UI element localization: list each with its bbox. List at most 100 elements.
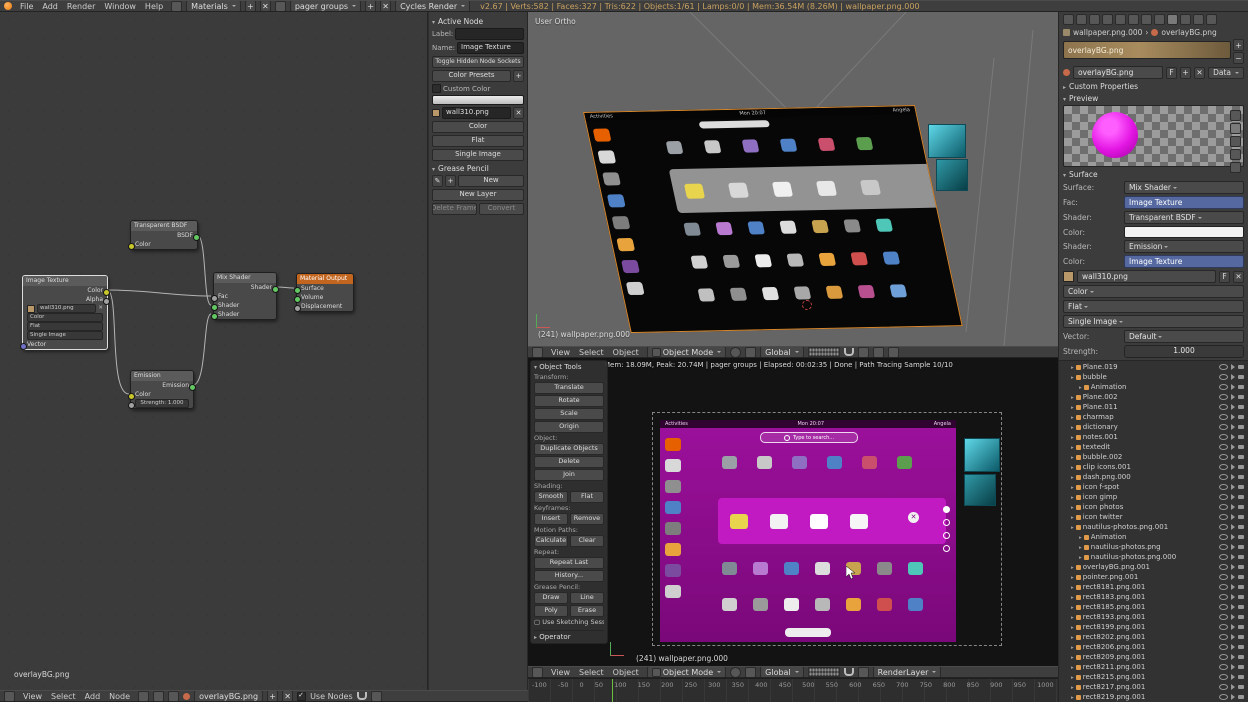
renderability-icon[interactable] [1238, 425, 1244, 429]
screen-layout-selector[interactable]: pager groups [290, 0, 361, 12]
new-layer-button[interactable]: New Layer [432, 189, 524, 201]
object-name[interactable]: rect8217.png.001 [1083, 683, 1217, 691]
selectability-icon[interactable] [1231, 474, 1235, 480]
outliner-item[interactable]: icon f-spot [1061, 482, 1246, 492]
selectability-icon[interactable] [1231, 694, 1235, 700]
tab-render[interactable] [1063, 14, 1074, 25]
object-name[interactable]: rect8209.png.001 [1083, 653, 1217, 661]
tab-material[interactable] [1167, 14, 1178, 25]
visibility-icon[interactable] [1219, 624, 1228, 630]
object-name[interactable]: rect8202.png.001 [1083, 633, 1217, 641]
object-name[interactable]: rect8185.png.001 [1083, 603, 1217, 611]
renderability-icon[interactable] [1238, 365, 1244, 369]
object-name[interactable]: icon twitter [1083, 513, 1217, 521]
tool-button[interactable]: Smooth [534, 491, 568, 503]
expand-icon[interactable] [1071, 673, 1074, 681]
renderability-icon[interactable] [1238, 595, 1244, 599]
object-name[interactable]: rect8183.png.001 [1083, 593, 1217, 601]
selectability-icon[interactable] [1231, 584, 1235, 590]
input-socket-displacement[interactable] [294, 305, 301, 312]
tool-button[interactable]: Poly [534, 605, 568, 617]
renderability-icon[interactable] [1238, 485, 1244, 489]
visibility-icon[interactable] [1219, 694, 1228, 700]
preview-sphere-button[interactable] [1230, 123, 1241, 134]
background-image-button[interactable] [371, 691, 382, 702]
renderability-icon[interactable] [1238, 635, 1244, 639]
expand-icon[interactable] [1071, 693, 1074, 701]
render-engine-selector[interactable]: Cycles Render [395, 0, 470, 12]
visibility-icon[interactable] [1219, 494, 1228, 500]
outliner-item[interactable]: charmap [1061, 412, 1246, 422]
outliner-item[interactable]: rect8183.png.001 [1061, 592, 1246, 602]
tool-button[interactable]: Remove [570, 513, 604, 525]
operator-panel-title[interactable]: Operator [539, 633, 570, 641]
use-nodes-checkbox[interactable] [297, 692, 306, 701]
object-name[interactable]: Animation [1091, 383, 1217, 391]
strength-slider[interactable]: 1.000 [1124, 345, 1244, 358]
renderability-icon[interactable] [1238, 385, 1244, 389]
menu-item[interactable]: Add [81, 692, 105, 701]
input-socket-color[interactable] [128, 243, 135, 250]
unlink-datablock-button[interactable]: ✕ [282, 690, 293, 702]
image-datablock[interactable]: wall310.png [37, 304, 96, 313]
outliner-item[interactable]: rect8202.png.001 [1061, 632, 1246, 642]
object-name[interactable]: notes.001 [1083, 433, 1217, 441]
expand-icon[interactable] [1071, 683, 1074, 691]
outliner-item[interactable]: rect8215.png.001 [1061, 672, 1246, 682]
menu-item[interactable]: Select [47, 692, 80, 701]
selectability-icon[interactable] [1231, 494, 1235, 500]
layers-widget[interactable] [808, 667, 840, 677]
menu-item[interactable]: Add [38, 2, 62, 11]
node-title[interactable]: Emission [131, 371, 193, 381]
expand-icon[interactable] [1071, 603, 1074, 611]
renderability-icon[interactable] [1238, 395, 1244, 399]
renderability-icon[interactable] [1238, 665, 1244, 669]
expand-icon[interactable] [1071, 423, 1074, 431]
menu-item[interactable]: View [547, 668, 574, 677]
outliner-item[interactable]: dash.png.000 [1061, 472, 1246, 482]
source-dropdown[interactable]: Single Image [1063, 315, 1244, 328]
renderability-icon[interactable] [1238, 465, 1244, 469]
renderability-icon[interactable] [1238, 645, 1244, 649]
tool-button[interactable]: Calculate [534, 535, 568, 547]
object-name[interactable]: Plane.002 [1083, 393, 1217, 401]
selectability-icon[interactable] [1231, 364, 1235, 370]
add-preset-button[interactable]: + [513, 70, 524, 82]
expand-icon[interactable] [1071, 403, 1074, 411]
renderability-icon[interactable] [1238, 455, 1244, 459]
add-slot-button[interactable]: + [1233, 39, 1244, 51]
snap-icon[interactable] [844, 348, 854, 356]
projection-dropdown[interactable]: Flat [1063, 300, 1244, 313]
visibility-icon[interactable] [1219, 654, 1228, 660]
object-name[interactable]: bubble.002 [1083, 453, 1217, 461]
add-grease-button[interactable]: + [445, 175, 456, 187]
visibility-icon[interactable] [1219, 454, 1228, 460]
tab-world[interactable] [1102, 14, 1113, 25]
visibility-icon[interactable] [1219, 674, 1228, 680]
color-space-dropdown[interactable]: Color [1063, 285, 1244, 298]
outliner-item[interactable]: rect8219.png.001 [1061, 692, 1246, 702]
output-socket-bsdf[interactable] [193, 234, 200, 241]
selectability-icon[interactable] [1231, 404, 1235, 410]
outliner-item[interactable]: nautilus-photos.png.001 [1061, 522, 1246, 532]
object-name[interactable]: rect8193.png.001 [1083, 613, 1217, 621]
outliner-item[interactable]: nautilus-photos.png.000 [1061, 552, 1246, 562]
outliner-item[interactable]: Plane.002 [1061, 392, 1246, 402]
outliner-item[interactable]: rect8181.png.001 [1061, 582, 1246, 592]
strength-slider[interactable]: Strength: 1.000 [135, 399, 189, 408]
visibility-icon[interactable] [1219, 524, 1228, 530]
expand-icon[interactable] [1071, 523, 1074, 531]
timeline[interactable]: -100-50050100150200250300350400450500550… [528, 678, 1058, 702]
node-tree-datablock[interactable]: overlayBG.png [194, 690, 263, 702]
menu-item[interactable]: File [16, 2, 37, 11]
visibility-icon[interactable] [1219, 614, 1228, 620]
node-mix-shader[interactable]: Mix Shader Shader Fac Shader Shader [213, 272, 277, 320]
shader-type-world-button[interactable] [153, 691, 164, 702]
input-socket-fac[interactable] [211, 295, 218, 302]
renderability-icon[interactable] [1238, 575, 1244, 579]
image-datablock[interactable]: wall310.png [442, 107, 511, 119]
delete-frame-button[interactable]: Delete Frame [432, 203, 477, 215]
visibility-icon[interactable] [1219, 564, 1228, 570]
selectability-icon[interactable] [1231, 414, 1235, 420]
object-name[interactable]: nautilus-photos.png.000 [1091, 553, 1217, 561]
